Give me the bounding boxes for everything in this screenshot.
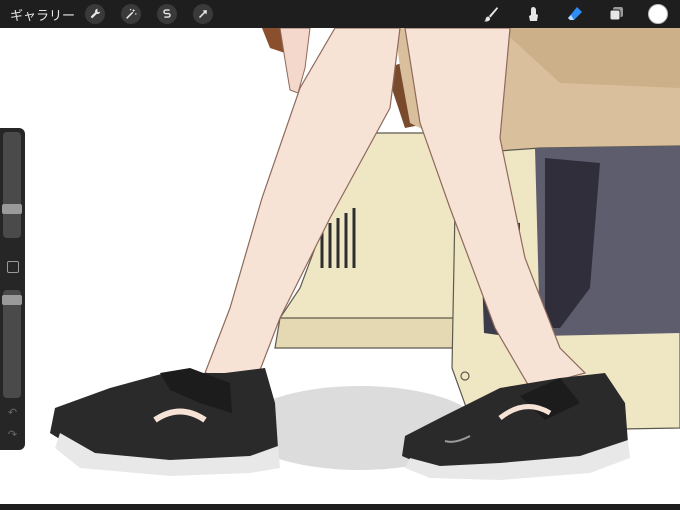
magic-wand-icon xyxy=(126,8,137,19)
square-modify-icon[interactable] xyxy=(7,261,19,273)
artwork-illustration xyxy=(50,28,680,480)
opacity-thumb[interactable] xyxy=(2,295,22,305)
actions-button[interactable] xyxy=(85,4,106,24)
left-sidebar: ↶ ↷ xyxy=(0,128,25,450)
opacity-slider[interactable] xyxy=(2,290,22,398)
top-toolbar: ギャラリー xyxy=(0,0,680,28)
brush-size-thumb[interactable] xyxy=(2,204,22,214)
wrench-icon xyxy=(90,8,101,19)
layers-tool[interactable] xyxy=(606,3,628,25)
transform-button[interactable] xyxy=(193,4,214,24)
redo-arrow-icon[interactable]: ↷ xyxy=(6,428,19,441)
eraser-icon xyxy=(568,7,582,20)
right-tools xyxy=(480,0,680,28)
brush-size-slider[interactable] xyxy=(2,132,22,238)
drawing-canvas[interactable] xyxy=(0,28,680,504)
brush-icon xyxy=(484,7,498,22)
layers-icon xyxy=(609,7,623,21)
gallery-button[interactable]: ギャラリー xyxy=(10,5,75,24)
bottom-bar xyxy=(0,504,680,510)
eraser-tool[interactable] xyxy=(564,3,586,25)
smudge-icon xyxy=(529,7,538,21)
smudge-tool[interactable] xyxy=(522,3,544,25)
brush-tool[interactable] xyxy=(480,3,502,25)
undo-arrow-icon[interactable]: ↶ xyxy=(6,406,19,419)
adjustments-button[interactable] xyxy=(121,4,142,24)
transform-arrow-icon xyxy=(198,10,207,19)
selection-button[interactable] xyxy=(157,4,178,24)
color-picker-swatch[interactable] xyxy=(648,4,668,24)
selection-s-icon xyxy=(163,9,171,18)
